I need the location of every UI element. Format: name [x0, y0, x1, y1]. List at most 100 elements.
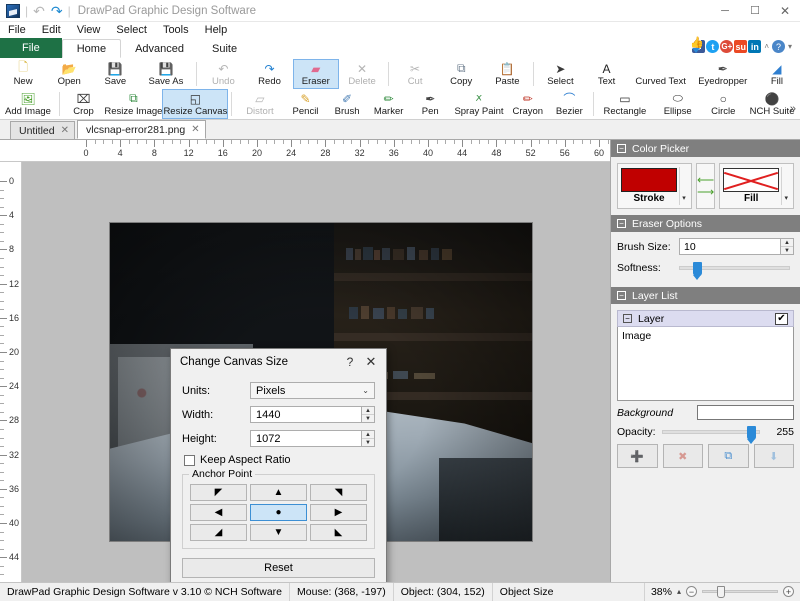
text-button[interactable]: A Text	[583, 59, 629, 89]
help-icon[interactable]: ?	[772, 40, 785, 53]
ribbon-overflow-button[interactable]: »	[790, 103, 796, 115]
ribbon-tab-file[interactable]: File	[0, 38, 62, 58]
swap-colors-button[interactable]: ⟵ ⟶	[696, 163, 715, 209]
fill-dropdown-icon[interactable]: ▾	[781, 167, 790, 205]
twitter-icon[interactable]: t	[706, 40, 719, 53]
anchor-middle-right-button[interactable]: ▶	[310, 504, 367, 521]
brush-size-input[interactable]: 10	[679, 238, 781, 255]
curved-text-button[interactable]: 𝒠 Curved Text	[630, 59, 692, 89]
paste-button[interactable]: 📋 Paste	[484, 59, 530, 89]
social-caret-icon[interactable]: ˄	[764, 42, 769, 51]
anchor-center-button[interactable]: ●	[250, 504, 307, 521]
width-input[interactable]: 1440	[250, 406, 362, 423]
stroke-color-chip[interactable]	[621, 168, 677, 192]
crop-button[interactable]: ⌧ Crop	[63, 89, 105, 119]
brush-size-stepper[interactable]: ▲ ▼	[781, 238, 794, 255]
keep-aspect-ratio-row[interactable]: Keep Aspect Ratio	[184, 454, 375, 466]
dialog-help-icon[interactable]: ?	[340, 355, 360, 369]
canvas-area[interactable]: Change Canvas Size ? ✕ Units: Pixels ⌄ W…	[22, 162, 610, 582]
resize-image-button[interactable]: ⧉ Resize Image	[104, 89, 162, 119]
keep-aspect-ratio-checkbox[interactable]	[184, 455, 195, 466]
brush-button[interactable]: ✐ Brush	[326, 89, 368, 119]
stroke-swatch-box[interactable]: Stroke ▾	[617, 163, 692, 209]
pen-button[interactable]: ✒ Pen	[409, 89, 451, 119]
open-button[interactable]: 📂 Open	[46, 59, 92, 89]
ribbon-tab-home[interactable]: Home	[62, 39, 121, 58]
opacity-slider[interactable]	[662, 430, 760, 434]
maximize-button[interactable]: ☐	[740, 0, 770, 22]
stroke-swatch[interactable]: Stroke	[621, 168, 677, 204]
layer-visibility-checkbox[interactable]: ✔	[775, 313, 788, 325]
stumbleupon-icon[interactable]: su	[734, 40, 747, 53]
circle-button[interactable]: ○ Circle	[702, 89, 744, 119]
anchor-top-left-button[interactable]: ◤	[190, 484, 247, 501]
menu-item-view[interactable]: View	[77, 24, 101, 36]
ribbon-tab-suite[interactable]: Suite	[198, 39, 251, 58]
anchor-bottom-left-button[interactable]: ◢	[190, 524, 247, 541]
stroke-dropdown-icon[interactable]: ▾	[679, 167, 688, 205]
marker-button[interactable]: ✏ Marker	[368, 89, 410, 119]
background-color-swatch[interactable]	[697, 405, 794, 420]
zoom-out-button[interactable]: −	[686, 586, 697, 597]
units-select[interactable]: Pixels ⌄	[250, 382, 375, 399]
fill-button[interactable]: ◢ Fill	[754, 59, 800, 89]
minimize-button[interactable]: ─	[710, 0, 740, 22]
reset-button[interactable]: Reset	[182, 558, 375, 578]
close-button[interactable]: ✕	[770, 0, 800, 22]
document-tab-untitled[interactable]: Untitled ✕	[10, 121, 75, 139]
softness-slider-thumb[interactable]	[693, 262, 702, 276]
zoom-slider[interactable]	[702, 590, 778, 593]
anchor-bottom-center-button[interactable]: ▼	[250, 524, 307, 541]
fill-swatch-box[interactable]: Fill ▾	[719, 163, 794, 209]
softness-slider[interactable]	[679, 266, 790, 270]
layer-items-list[interactable]: Image	[617, 327, 794, 401]
anchor-bottom-right-button[interactable]: ◣	[310, 524, 367, 541]
eraser-button[interactable]: ▰ Eraser	[293, 59, 339, 89]
add-layer-button[interactable]: ➕	[617, 444, 658, 468]
close-icon[interactable]: ✕	[61, 125, 69, 136]
menu-item-tools[interactable]: Tools	[163, 24, 189, 36]
save-as-button[interactable]: 💾 Save As	[138, 59, 193, 89]
color-picker-header[interactable]: − Color Picker	[611, 140, 800, 157]
close-icon[interactable]: ✕	[191, 124, 199, 135]
layer-group-header[interactable]: − Layer ✔	[617, 310, 794, 327]
list-item[interactable]: Image	[622, 330, 789, 342]
thumbs-up-icon[interactable]: 👍	[692, 35, 701, 49]
menu-item-file[interactable]: File	[8, 24, 26, 36]
opacity-slider-thumb[interactable]	[747, 426, 756, 440]
collapse-icon[interactable]: −	[617, 219, 626, 228]
collapse-icon[interactable]: −	[617, 291, 626, 300]
spray-paint-button[interactable]: 🗴 Spray Paint	[451, 89, 507, 119]
zoom-in-button[interactable]: +	[783, 586, 794, 597]
crayon-button[interactable]: ✏ Crayon	[507, 89, 549, 119]
eraser-options-header[interactable]: − Eraser Options	[611, 215, 800, 232]
eyedropper-button[interactable]: ✒ Eyedropper	[692, 59, 754, 89]
redo-button[interactable]: ↷ Redo	[246, 59, 292, 89]
save-button[interactable]: 💾 Save	[92, 59, 138, 89]
layer-list-header[interactable]: − Layer List	[611, 287, 800, 304]
fill-color-chip[interactable]	[723, 168, 779, 192]
height-stepper[interactable]: ▲ ▼	[362, 430, 375, 447]
document-tab-vlcsnap[interactable]: vlcsnap-error281.png ✕	[77, 120, 206, 139]
ellipse-button[interactable]: ⬭ Ellipse	[653, 89, 703, 119]
dialog-close-icon[interactable]: ✕	[360, 354, 382, 370]
new-button[interactable]: 🗋 New	[0, 59, 46, 89]
googleplus-icon[interactable]: G+	[720, 40, 733, 53]
help-caret-icon[interactable]: ▾	[788, 42, 792, 51]
bezier-button[interactable]: ⌒ Bezier	[549, 89, 591, 119]
copy-button[interactable]: ⧉ Copy	[438, 59, 484, 89]
ribbon-tab-advanced[interactable]: Advanced	[121, 39, 198, 58]
undo-arrow-icon[interactable]: ↶	[33, 4, 45, 18]
zoom-caret-icon[interactable]: ▴	[677, 587, 681, 596]
zoom-slider-thumb[interactable]	[717, 586, 725, 598]
menu-item-select[interactable]: Select	[116, 24, 147, 36]
collapse-icon[interactable]: −	[617, 144, 626, 153]
redo-arrow-icon[interactable]: ↷	[51, 4, 63, 18]
anchor-middle-left-button[interactable]: ◀	[190, 504, 247, 521]
fill-swatch[interactable]: Fill	[723, 168, 779, 204]
duplicate-layer-button[interactable]: ⧉	[708, 444, 749, 468]
add-image-button[interactable]: 🖼 Add Image	[0, 89, 56, 119]
anchor-top-center-button[interactable]: ▲	[250, 484, 307, 501]
linkedin-icon[interactable]: in	[748, 40, 761, 53]
menu-item-help[interactable]: Help	[205, 24, 228, 36]
